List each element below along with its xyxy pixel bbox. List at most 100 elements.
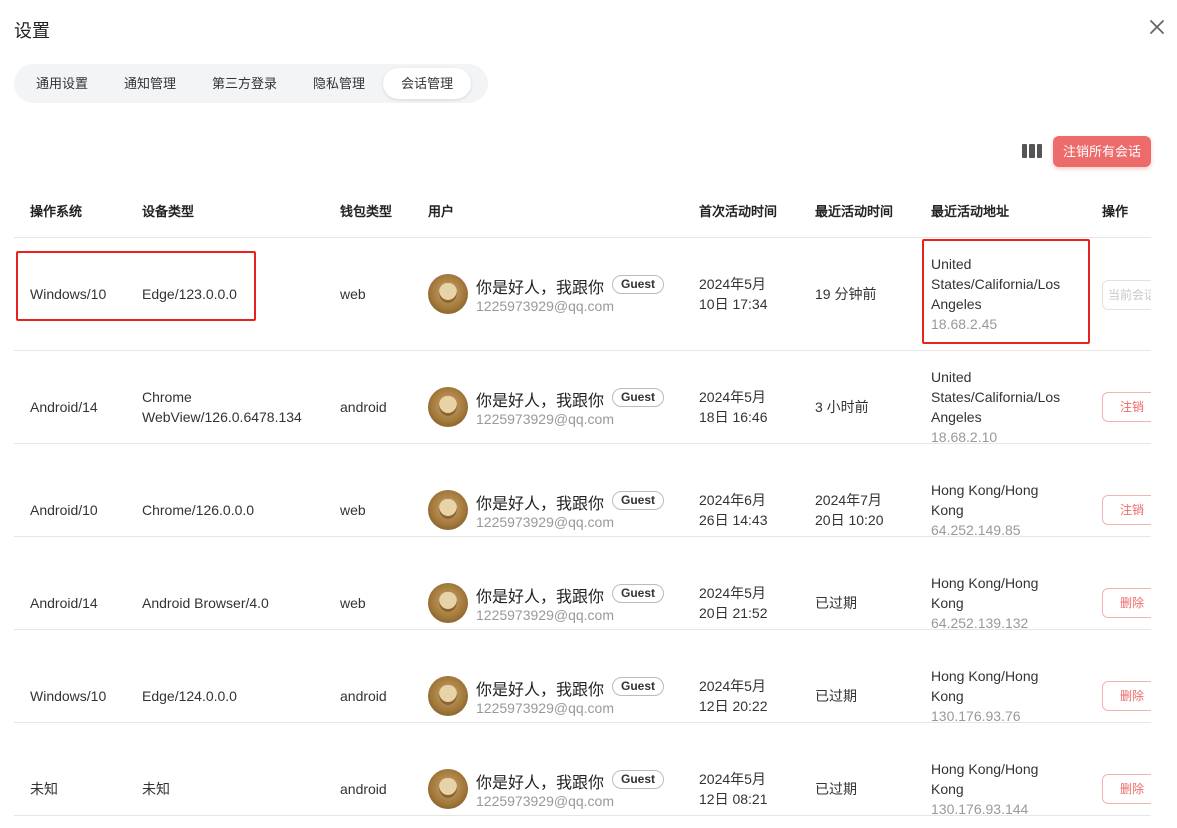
logout-all-sessions-button[interactable]: 注销所有会话 (1053, 136, 1151, 167)
header-last-active: 最近活动时间 (815, 204, 894, 219)
last-active-date: 2024年7月 (815, 492, 882, 508)
address-line-2: States/California/Los (931, 389, 1061, 405)
device-cell: Android Browser/4.0 (142, 595, 269, 611)
device-line-1: Chrome (142, 389, 192, 405)
close-icon[interactable] (1146, 16, 1168, 38)
guest-badge: Guest (612, 491, 665, 510)
user-email: 1225973929@qq.com (476, 607, 614, 623)
address-line-1: Hong Kong/Hong (931, 575, 1039, 591)
tab-general[interactable]: 通用设置 (18, 68, 106, 99)
avatar (428, 676, 468, 716)
settings-tabs: 通用设置 通知管理 第三方登录 隐私管理 会话管理 (14, 64, 488, 103)
user-name: 你是好人，我跟你 (476, 775, 605, 792)
user-email: 1225973929@qq.com (476, 298, 614, 314)
user-name: 你是好人，我跟你 (476, 589, 605, 606)
wallet-cell: android (340, 399, 387, 415)
wallet-cell: web (340, 286, 366, 302)
address-line-3: Angeles (931, 409, 982, 425)
address-line-1: United (931, 256, 972, 272)
address-line-2: Kong (931, 595, 964, 611)
user-email: 1225973929@qq.com (476, 411, 614, 427)
wallet-cell: web (340, 502, 366, 518)
ip-address: 130.176.93.144 (931, 801, 1029, 817)
os-cell: Android/14 (30, 399, 98, 415)
first-active-time: 18日 16:46 (699, 409, 768, 425)
delete-session-button[interactable]: 删除 (1102, 681, 1151, 711)
tab-sessions[interactable]: 会话管理 (383, 68, 472, 99)
sessions-table: 操作系统 设备类型 钱包类型 用户 首次活动时间 最近活动时间 最近活动地址 操… (14, 180, 1151, 828)
address-line-3: Angeles (931, 296, 982, 312)
user-name: 你是好人，我跟你 (476, 280, 605, 297)
wallet-cell: web (340, 595, 366, 611)
device-line-2: WebView/126.0.6478.134 (142, 409, 302, 425)
tab-notifications[interactable]: 通知管理 (106, 68, 194, 99)
user-email: 1225973929@qq.com (476, 793, 614, 809)
user-email: 1225973929@qq.com (476, 700, 614, 716)
first-active-date: 2024年5月 (699, 276, 766, 292)
first-active-time: 26日 14:43 (699, 512, 768, 528)
avatar (428, 583, 468, 623)
delete-session-button[interactable]: 删除 (1102, 588, 1151, 618)
delete-session-button[interactable]: 删除 (1102, 774, 1151, 804)
os-cell: Windows/10 (30, 688, 107, 704)
dialog-title: 设置 (14, 21, 50, 41)
first-active-date: 2024年5月 (699, 771, 766, 787)
last-active-date: 19 分钟前 (815, 286, 877, 302)
wallet-cell: android (340, 781, 387, 797)
table-row: Windows/10 Edge/123.0.0.0 web 你是好人，我跟你 G… (14, 238, 1151, 351)
table-header: 操作系统 设备类型 钱包类型 用户 首次活动时间 最近活动时间 最近活动地址 操… (14, 180, 1151, 238)
logout-session-button[interactable]: 注销 (1102, 495, 1151, 525)
first-active-time: 12日 08:21 (699, 791, 768, 807)
last-active-date: 3 小时前 (815, 399, 869, 415)
guest-badge: Guest (612, 770, 665, 789)
header-first-active: 首次活动时间 (699, 204, 778, 219)
address-line-1: Hong Kong/Hong (931, 668, 1039, 684)
table-row: Android/10 Chrome/126.0.0.0 web 你是好人，我跟你… (14, 444, 1151, 538)
first-active-date: 2024年5月 (699, 678, 766, 694)
os-cell: Android/10 (30, 502, 98, 518)
first-active-time: 12日 20:22 (699, 698, 768, 714)
address-line-1: Hong Kong/Hong (931, 761, 1039, 777)
columns-icon[interactable] (1022, 144, 1042, 158)
os-cell: Windows/10 (30, 286, 107, 302)
user-name: 你是好人，我跟你 (476, 393, 605, 410)
avatar (428, 387, 468, 427)
os-cell: 未知 (30, 781, 58, 797)
address-line-2: Kong (931, 688, 964, 704)
first-active-date: 2024年5月 (699, 389, 766, 405)
os-cell: Android/14 (30, 595, 98, 611)
header-action: 操作 (1102, 204, 1129, 219)
wallet-cell: android (340, 688, 387, 704)
last-active-status: 已过期 (815, 781, 857, 797)
first-active-date: 2024年6月 (699, 492, 766, 508)
avatar (428, 769, 468, 809)
guest-badge: Guest (612, 388, 665, 407)
last-active-status: 已过期 (815, 595, 857, 611)
last-active-time: 20日 10:20 (815, 512, 884, 528)
table-row: Android/14 Chrome WebView/126.0.6478.134… (14, 351, 1151, 445)
address-line-2: States/California/Los (931, 276, 1061, 292)
current-session-button: 当前会话 (1102, 280, 1151, 310)
address-line-1: United (931, 369, 972, 385)
header-last-address: 最近活动地址 (931, 204, 1010, 219)
avatar (428, 490, 468, 530)
first-active-time: 20日 21:52 (699, 605, 768, 621)
logout-session-button[interactable]: 注销 (1102, 392, 1151, 422)
tab-third-party-login[interactable]: 第三方登录 (194, 68, 295, 99)
user-name: 你是好人，我跟你 (476, 496, 605, 513)
table-row: 未知 未知 android 你是好人，我跟你 Guest 1225973929@… (14, 723, 1151, 817)
device-cell: Edge/124.0.0.0 (142, 688, 237, 704)
table-row: Windows/10 Edge/124.0.0.0 android 你是好人，我… (14, 630, 1151, 724)
address-line-1: Hong Kong/Hong (931, 482, 1039, 498)
device-cell: Chrome/126.0.0.0 (142, 502, 255, 518)
avatar (428, 274, 468, 314)
tab-privacy[interactable]: 隐私管理 (295, 68, 383, 99)
guest-badge: Guest (612, 677, 665, 696)
guest-badge: Guest (612, 275, 665, 294)
table-row: Android/14 Android Browser/4.0 web 你是好人，… (14, 537, 1151, 631)
device-cell: Edge/123.0.0.0 (142, 286, 237, 302)
header-device: 设备类型 (142, 204, 195, 219)
first-active-date: 2024年5月 (699, 585, 766, 601)
user-email: 1225973929@qq.com (476, 514, 614, 530)
address-line-2: Kong (931, 502, 964, 518)
